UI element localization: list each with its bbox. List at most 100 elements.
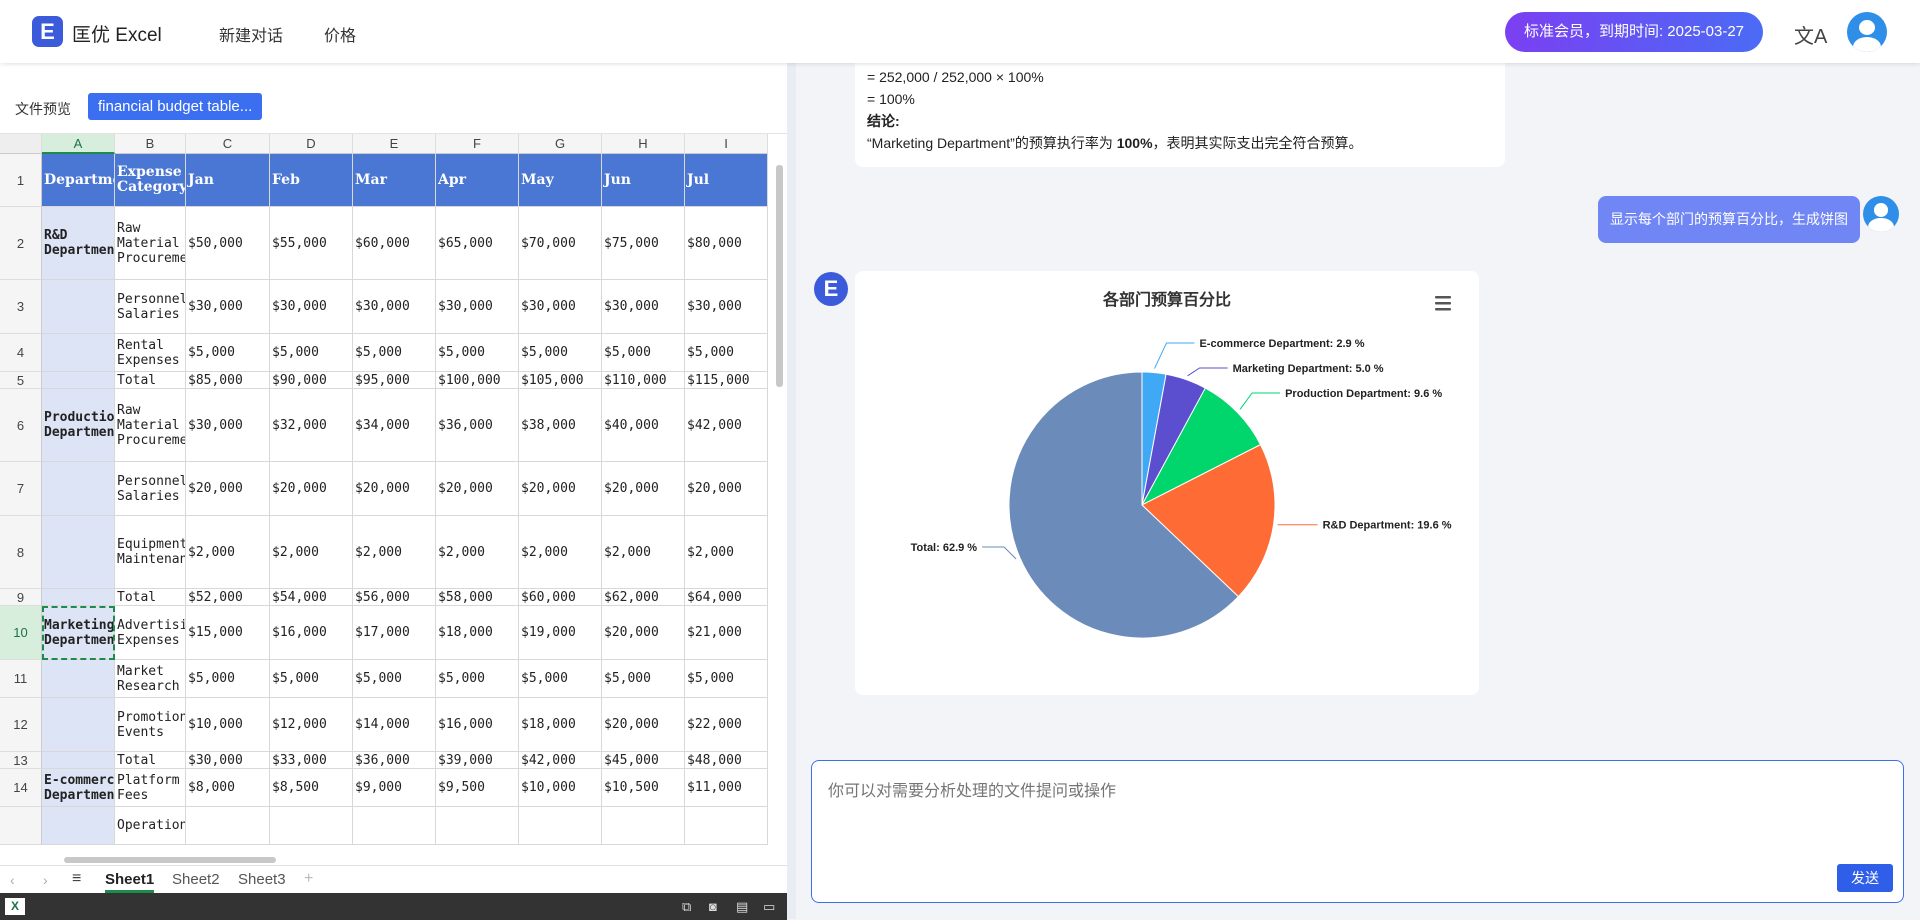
table-cell[interactable]: $30,000 bbox=[186, 752, 270, 769]
send-button[interactable]: 发送 bbox=[1837, 864, 1893, 892]
table-cell[interactable]: $32,000 bbox=[270, 389, 353, 462]
row-header[interactable]: 1 bbox=[0, 154, 42, 207]
table-cell[interactable]: $5,000 bbox=[353, 660, 436, 698]
table-cell[interactable]: $16,000 bbox=[270, 606, 353, 660]
table-cell[interactable]: $2,000 bbox=[186, 516, 270, 589]
table-cell[interactable]: $38,000 bbox=[519, 389, 602, 462]
copy-icon[interactable]: ⧉ bbox=[682, 899, 691, 915]
table-cell[interactable]: $115,000 bbox=[685, 372, 768, 389]
table-cell[interactable]: $30,000 bbox=[519, 280, 602, 334]
header-cell[interactable]: Jan bbox=[186, 154, 270, 207]
table-cell[interactable]: $19,000 bbox=[519, 606, 602, 660]
vertical-scrollbar[interactable] bbox=[776, 165, 783, 387]
user-avatar-icon[interactable] bbox=[1847, 12, 1887, 52]
table-cell[interactable]: $20,000 bbox=[353, 462, 436, 516]
table-cell[interactable]: $64,000 bbox=[685, 589, 768, 606]
table-cell[interactable]: Total bbox=[115, 589, 186, 606]
row-header[interactable]: 11 bbox=[0, 660, 42, 698]
table-cell[interactable]: $62,000 bbox=[602, 589, 685, 606]
table-cell[interactable]: $110,000 bbox=[602, 372, 685, 389]
table-cell[interactable] bbox=[42, 698, 115, 752]
fullscreen-icon[interactable]: ▭ bbox=[763, 899, 775, 915]
table-cell[interactable]: Platform Fees bbox=[115, 769, 186, 807]
table-cell[interactable]: $65,000 bbox=[436, 207, 519, 280]
header-cell[interactable]: Department bbox=[42, 154, 115, 207]
table-cell[interactable]: Promotional Events bbox=[115, 698, 186, 752]
column-header[interactable]: F bbox=[436, 134, 519, 154]
table-cell[interactable]: $20,000 bbox=[602, 606, 685, 660]
table-cell[interactable] bbox=[42, 589, 115, 606]
table-cell[interactable]: $5,000 bbox=[685, 660, 768, 698]
table-cell[interactable]: $40,000 bbox=[602, 389, 685, 462]
table-cell[interactable]: $5,000 bbox=[519, 334, 602, 372]
table-cell[interactable]: $30,000 bbox=[270, 280, 353, 334]
table-cell[interactable]: $5,000 bbox=[602, 334, 685, 372]
nav-new-chat[interactable]: 新建对话 bbox=[219, 22, 283, 46]
table-cell[interactable]: Personnel Salaries bbox=[115, 280, 186, 334]
table-cell[interactable]: Operational bbox=[115, 807, 186, 845]
column-header[interactable]: D bbox=[270, 134, 353, 154]
row-header[interactable] bbox=[0, 807, 42, 845]
column-header[interactable]: G bbox=[519, 134, 602, 154]
table-cell[interactable]: $5,000 bbox=[685, 334, 768, 372]
table-cell[interactable]: $20,000 bbox=[186, 462, 270, 516]
table-cell[interactable]: $10,500 bbox=[602, 769, 685, 807]
spreadsheet-grid[interactable]: ABCDEFGHI 1DepartmentExpense CategoryJanF… bbox=[0, 133, 787, 920]
table-cell[interactable]: $58,000 bbox=[436, 589, 519, 606]
column-header[interactable]: C bbox=[186, 134, 270, 154]
header-cell[interactable]: Feb bbox=[270, 154, 353, 207]
select-all-corner[interactable] bbox=[0, 134, 42, 154]
add-sheet-icon[interactable]: + bbox=[304, 870, 313, 888]
table-cell[interactable] bbox=[42, 660, 115, 698]
table-cell[interactable]: $20,000 bbox=[602, 698, 685, 752]
table-cell[interactable]: $5,000 bbox=[270, 660, 353, 698]
nav-pricing[interactable]: 价格 bbox=[324, 22, 356, 46]
table-cell[interactable]: $30,000 bbox=[353, 280, 436, 334]
table-cell[interactable]: $12,000 bbox=[270, 698, 353, 752]
table-cell[interactable]: Marketing Department bbox=[42, 606, 115, 660]
table-cell[interactable]: $70,000 bbox=[519, 207, 602, 280]
table-cell[interactable]: $2,000 bbox=[353, 516, 436, 589]
table-cell[interactable]: Advertising Expenses bbox=[115, 606, 186, 660]
table-cell[interactable]: $20,000 bbox=[602, 462, 685, 516]
row-header[interactable]: 2 bbox=[0, 207, 42, 280]
layout-icon[interactable]: ▤ bbox=[736, 899, 748, 915]
table-cell[interactable] bbox=[270, 807, 353, 845]
header-cell[interactable]: Jul bbox=[685, 154, 768, 207]
table-cell[interactable]: $2,000 bbox=[602, 516, 685, 589]
header-cell[interactable]: May bbox=[519, 154, 602, 207]
table-cell[interactable]: $34,000 bbox=[353, 389, 436, 462]
table-cell[interactable]: $20,000 bbox=[436, 462, 519, 516]
sheet-tab[interactable]: Sheet3 bbox=[238, 871, 286, 888]
table-cell[interactable]: $30,000 bbox=[186, 389, 270, 462]
table-cell[interactable]: Total bbox=[115, 372, 186, 389]
table-cell[interactable]: $100,000 bbox=[436, 372, 519, 389]
header-cell[interactable]: Expense Category bbox=[115, 154, 186, 207]
table-cell[interactable]: $15,000 bbox=[186, 606, 270, 660]
table-cell[interactable]: $11,000 bbox=[685, 769, 768, 807]
table-cell[interactable]: $54,000 bbox=[270, 589, 353, 606]
sheet-tab[interactable]: Sheet2 bbox=[172, 871, 220, 888]
table-cell[interactable]: $21,000 bbox=[685, 606, 768, 660]
column-header[interactable]: I bbox=[685, 134, 768, 154]
membership-badge[interactable]: 标准会员，到期时间: 2025-03-27 bbox=[1505, 12, 1763, 52]
table-cell[interactable]: $39,000 bbox=[436, 752, 519, 769]
table-cell[interactable]: $105,000 bbox=[519, 372, 602, 389]
table-cell[interactable]: E-commerce Department bbox=[42, 769, 115, 807]
table-cell[interactable]: $17,000 bbox=[353, 606, 436, 660]
table-cell[interactable]: $45,000 bbox=[602, 752, 685, 769]
table-cell[interactable]: $5,000 bbox=[186, 660, 270, 698]
row-header[interactable]: 10 bbox=[0, 606, 42, 660]
table-cell[interactable]: $9,500 bbox=[436, 769, 519, 807]
table-cell[interactable]: $14,000 bbox=[353, 698, 436, 752]
table-cell[interactable]: Total bbox=[115, 752, 186, 769]
table-cell[interactable]: $5,000 bbox=[436, 660, 519, 698]
table-cell[interactable]: $9,000 bbox=[353, 769, 436, 807]
table-cell[interactable] bbox=[186, 807, 270, 845]
table-cell[interactable]: $2,000 bbox=[270, 516, 353, 589]
table-cell[interactable] bbox=[42, 807, 115, 845]
table-cell[interactable]: $95,000 bbox=[353, 372, 436, 389]
table-cell[interactable]: $5,000 bbox=[353, 334, 436, 372]
table-cell[interactable]: $48,000 bbox=[685, 752, 768, 769]
row-header[interactable]: 12 bbox=[0, 698, 42, 752]
